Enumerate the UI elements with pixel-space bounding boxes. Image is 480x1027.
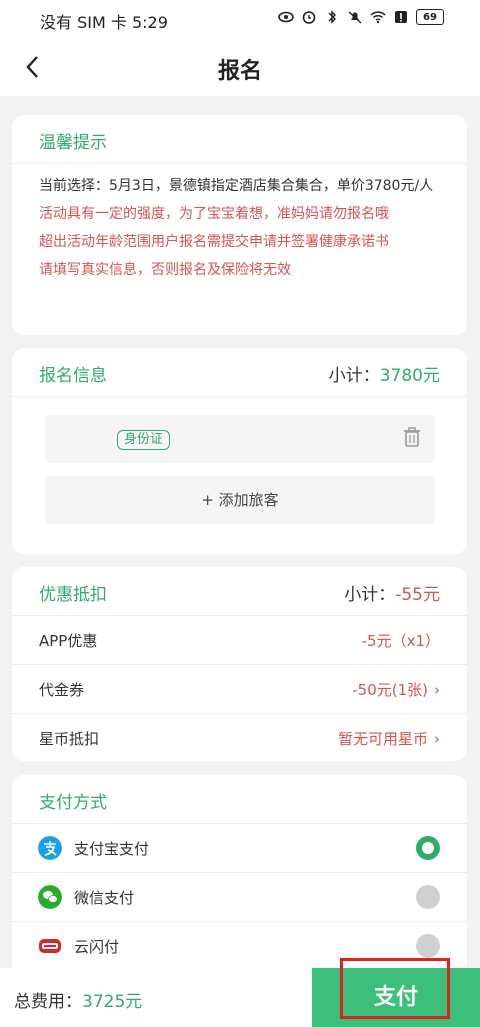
total-cost: 总费用：3725元	[14, 992, 143, 1012]
status-icons: 69	[278, 9, 444, 25]
warning-2: 超出活动年龄范围用户报名需提交申请并签署健康承诺书	[39, 234, 389, 250]
tip-header: 温馨提示	[12, 115, 467, 164]
current-selection: 当前选择：5月3日，景德镇指定酒店集合集合，单价3780元/人	[39, 178, 434, 194]
tip-title: 温馨提示	[39, 133, 107, 153]
radio-selected[interactable]	[416, 836, 440, 860]
tip-body: 当前选择：5月3日，景德镇指定酒店集合集合，单价3780元/人 活动具有一定的强…	[12, 164, 467, 280]
signup-title: 报名信息	[39, 366, 107, 386]
bluetooth-icon	[328, 10, 336, 24]
signup-subtotal-value: 3780元	[379, 366, 440, 386]
alarm-icon	[302, 11, 316, 24]
discount-subtotal-value: -55元	[395, 585, 440, 605]
traveler-entry[interactable]: 身份证	[45, 415, 435, 463]
payment-header: 支付方式	[12, 775, 467, 823]
signup-card: 报名信息 小计：3780元 身份证 + 添加旅客	[12, 348, 467, 554]
radio-unselected[interactable]	[416, 934, 440, 958]
warning-3: 请填写真实信息，否则报名及保险将无效	[39, 262, 291, 278]
alipay-icon	[38, 836, 62, 860]
warning-1: 活动具有一定的强度，为了宝宝着想，准妈妈请勿报名哦	[39, 206, 389, 222]
discount-card: 优惠抵扣 小计：-55元 APP优惠 -5元（x1） 代金券 -50元(1张) ›…	[12, 567, 467, 761]
wifi-icon	[370, 11, 386, 24]
highlight-box	[340, 958, 450, 1019]
eye-icon	[278, 11, 294, 23]
wechat-icon	[38, 885, 62, 909]
alert-icon	[395, 11, 407, 23]
unionpay-icon	[39, 939, 61, 953]
app-discount-row: APP优惠 -5元（x1）	[12, 615, 467, 664]
chevron-right-icon: ›	[434, 730, 440, 748]
star-coin-row[interactable]: 星币抵扣 暂无可用星币 ›	[12, 713, 467, 762]
battery-icon: 69	[416, 9, 444, 25]
radio-unselected[interactable]	[416, 885, 440, 909]
payment-title: 支付方式	[39, 793, 107, 813]
add-traveler-button[interactable]: + 添加旅客	[45, 476, 435, 524]
mute-icon	[348, 11, 362, 24]
signup-header: 报名信息 小计：3780元	[12, 348, 467, 397]
total-cost-value: 3725元	[82, 992, 143, 1012]
status-text: 没有 SIM 卡 5:29	[40, 13, 168, 32]
voucher-row[interactable]: 代金券 -50元(1张) ›	[12, 664, 467, 713]
chevron-right-icon: ›	[434, 681, 440, 699]
discount-header: 优惠抵扣 小计：-55元	[12, 567, 467, 615]
discount-subtotal: 小计：-55元	[344, 585, 440, 605]
pay-method-wechat[interactable]: 微信支付	[12, 872, 467, 921]
status-bar: 没有 SIM 卡 5:29 69	[0, 0, 480, 38]
page-title: 报名	[217, 59, 262, 84]
id-card-tag: 身份证	[117, 430, 171, 450]
tip-card: 温馨提示 当前选择：5月3日，景德镇指定酒店集合集合，单价3780元/人 活动具…	[12, 115, 467, 335]
discount-title: 优惠抵扣	[39, 585, 107, 605]
pay-method-alipay[interactable]: 支付宝支付	[12, 823, 467, 872]
signup-subtotal: 小计：3780元	[328, 366, 440, 386]
nav-bar: 报名	[0, 38, 480, 96]
trash-icon[interactable]	[403, 427, 421, 447]
